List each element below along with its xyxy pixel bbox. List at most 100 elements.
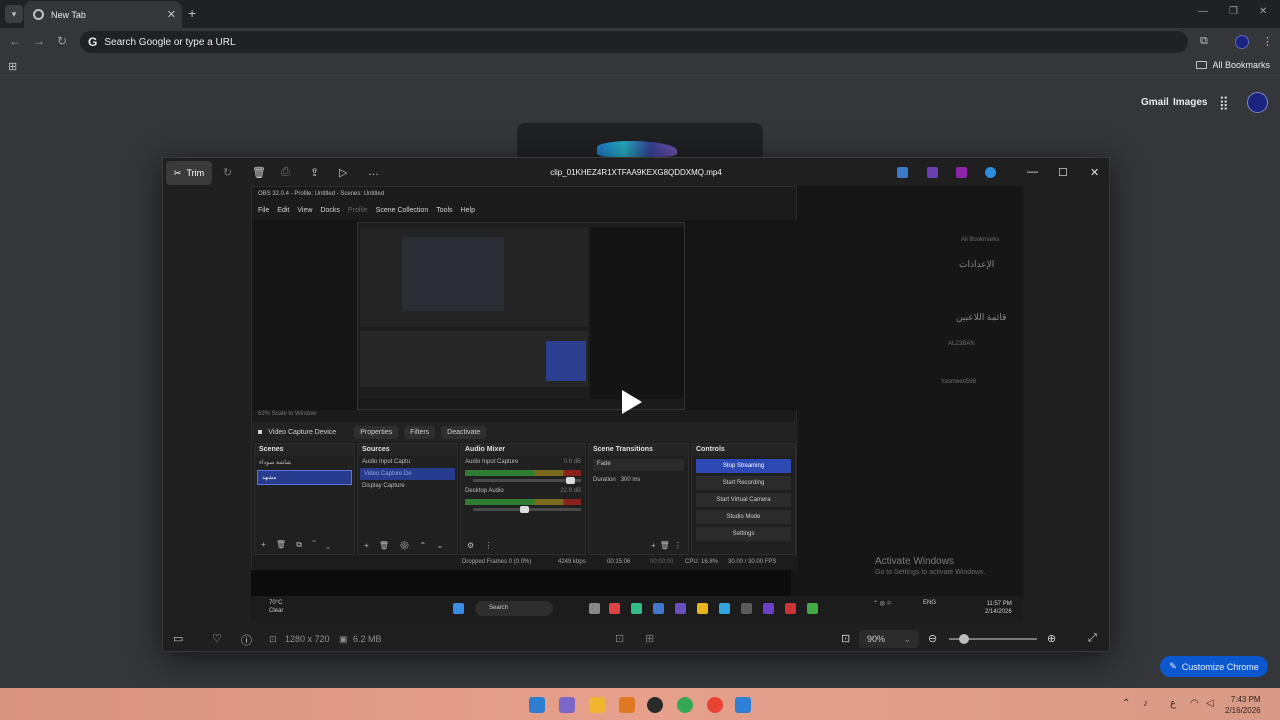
new-tab-button[interactable]: + <box>188 5 196 21</box>
wifi-icon[interactable]: ◠ <box>1190 698 1199 709</box>
video-editor-icon[interactable] <box>956 167 967 178</box>
all-bookmarks-button[interactable]: All Bookmarks <box>1196 60 1270 70</box>
reload-icon[interactable]: ↻ <box>57 34 67 48</box>
obs-transition-actions: +🗑⋮ <box>651 541 686 550</box>
fit-icon[interactable]: ⊞ <box>645 632 654 645</box>
obs-settings-button: Settings <box>696 527 791 541</box>
chrome-taskbar-icon[interactable] <box>707 697 723 713</box>
audio-meter <box>465 499 581 505</box>
clipchamp-icon[interactable] <box>927 167 938 178</box>
tab-title: New Tab <box>51 9 86 20</box>
task-icon <box>653 603 664 614</box>
recorded-search-box: Search <box>475 601 553 616</box>
play-icon[interactable] <box>622 390 642 414</box>
bookmark-bar: ⊞ All Bookmarks <box>0 56 1280 76</box>
zoom-out-icon[interactable]: ⊖ <box>928 632 937 645</box>
apps-grid-icon[interactable]: ⊞ <box>8 60 17 73</box>
back-icon[interactable]: ← <box>9 34 21 48</box>
folder-icon <box>1196 61 1208 69</box>
obs-menu-docks: Docks <box>320 207 340 214</box>
start-menu-icon[interactable] <box>529 697 545 713</box>
zoom-in-icon[interactable]: ⊕ <box>1047 632 1056 645</box>
address-bar[interactable]: G Search Google or type a URL <box>80 31 1188 53</box>
obs-scene-item-selected: مشهد <box>257 470 352 485</box>
recorded-date: 2/14/2026 <box>985 609 1012 615</box>
info-icon[interactable]: ⓘ <box>241 632 252 648</box>
task-icon <box>763 603 774 614</box>
account-avatar[interactable] <box>1247 92 1268 113</box>
viewer-minimize-button[interactable]: — <box>1027 166 1038 178</box>
recorded-time: 11:57 PM <box>986 601 1012 607</box>
language-icon[interactable]: ع <box>1170 698 1176 709</box>
close-tab-icon[interactable]: ✕ <box>167 8 176 21</box>
google-apps-icon[interactable]: ⣿ <box>1219 95 1229 111</box>
google-icon: G <box>88 35 98 49</box>
menu-kebab-icon[interactable]: ⋮ <box>1262 35 1273 48</box>
channel-name: Desktop Audio <box>465 488 504 494</box>
images-link[interactable]: Images <box>1173 97 1207 108</box>
windows-taskbar: ⌃ ♪ ع ◠ ◁ 7:43 PM 2/16/2026 <box>0 688 1280 720</box>
file-explorer-icon[interactable] <box>589 697 605 713</box>
gmail-link[interactable]: Gmail <box>1141 97 1169 108</box>
task-icon <box>631 603 642 614</box>
viewer-maximize-button[interactable]: ☐ <box>1058 166 1068 179</box>
obs-menu-bar: File Edit View Docks Profile Scene Colle… <box>258 207 475 214</box>
task-icon <box>807 603 818 614</box>
media-viewer-window: ✂ Trim ↻ 🗑 ⎙ ⇪ ▷ … clip_01KHEZ4R1XTFAA9K… <box>162 157 1110 652</box>
filmstrip-icon[interactable]: ▭ <box>173 632 183 645</box>
obs-sources-header: Sources <box>358 444 457 456</box>
tray-chevron-icon[interactable]: ⌃ <box>1122 698 1130 709</box>
profile-avatar[interactable] <box>1235 35 1249 49</box>
task-icon <box>609 603 620 614</box>
crop-icon[interactable]: ⊡ <box>615 632 624 645</box>
forward-icon[interactable]: → <box>33 34 45 48</box>
fullscreen-icon[interactable]: ⤢ <box>1088 632 1097 645</box>
obs-deactivate-button: Deactivate <box>441 425 487 439</box>
minimize-window-button[interactable]: — <box>1198 6 1208 17</box>
viewer-close-button[interactable]: ✕ <box>1090 166 1099 179</box>
extensions-icon[interactable]: ⧉ <box>1200 35 1208 48</box>
doodle-art <box>597 141 677 157</box>
zoom-slider-handle[interactable] <box>959 634 969 644</box>
channel-db: 0.0 dB <box>563 459 581 465</box>
recorded-clock: 11:57 PM 2/14/2026 <box>985 600 1012 616</box>
file-name: clip_01KHEZ4R1XTFAA9KEXG8QDDXMQ.mp4 <box>550 168 722 177</box>
recorded-weather: 70°C Clear <box>269 599 283 615</box>
close-window-button[interactable]: ✕ <box>1259 6 1267 17</box>
obs-transition-select: Fade <box>593 459 684 471</box>
customize-chrome-button[interactable]: ✎ Customize Chrome <box>1160 656 1268 677</box>
microphone-icon[interactable]: ♪ <box>1143 698 1148 709</box>
obs-source-item-selected: Video Capture De <box>360 468 455 480</box>
filesize-text: 6.2 MB <box>353 634 382 644</box>
fader-handle <box>566 477 575 484</box>
camera-icon: ◙ <box>258 428 263 436</box>
chrome-taskbar-icon[interactable] <box>677 697 693 713</box>
favorite-heart-icon[interactable]: ♡ <box>212 632 222 645</box>
chevron-down-icon: ⌄ <box>903 634 911 644</box>
taskbar-app-icon[interactable] <box>559 697 575 713</box>
bg-bookmarks-label: All Bookmarks <box>961 237 1000 243</box>
tab-search-button[interactable]: ▾ <box>5 5 23 23</box>
taskbar-clock[interactable]: 7:43 PM 2/16/2026 <box>1225 694 1261 716</box>
zoom-slider[interactable] <box>949 634 1037 644</box>
onedrive-icon[interactable] <box>985 167 996 178</box>
photos-taskbar-icon[interactable] <box>735 697 751 713</box>
zoom-select[interactable]: 90% ⌄ <box>859 630 919 648</box>
taskbar-time: 7:43 PM <box>1230 695 1261 704</box>
actual-size-icon[interactable]: ⊡ <box>841 632 850 645</box>
obs-mixer-channel: Audio Input Capture 0.0 dB <box>461 456 585 468</box>
obs-scenes-header: Scenes <box>255 444 354 456</box>
duration-value: 300 ms <box>620 477 641 483</box>
activate-windows-subtitle: Go to Settings to activate Windows. <box>875 569 986 576</box>
start-icon <box>453 603 464 614</box>
taskbar-date: 2/16/2026 <box>1225 706 1261 715</box>
obs-taskbar-icon[interactable] <box>647 697 663 713</box>
photos-app-icon[interactable] <box>897 167 908 178</box>
video-frame[interactable]: All Bookmarks الإعدادات قائمة اللاعبين A… <box>251 186 1023 622</box>
taskbar-app-icon[interactable] <box>619 697 635 713</box>
restore-window-button[interactable]: ❐ <box>1229 6 1238 17</box>
volume-icon[interactable]: ◁ <box>1206 698 1214 709</box>
tab-new-tab[interactable]: New Tab ✕ <box>24 1 182 28</box>
obs-bitrate: 4249 kbps <box>558 559 586 565</box>
obs-menu-profile: Profile <box>347 207 368 214</box>
